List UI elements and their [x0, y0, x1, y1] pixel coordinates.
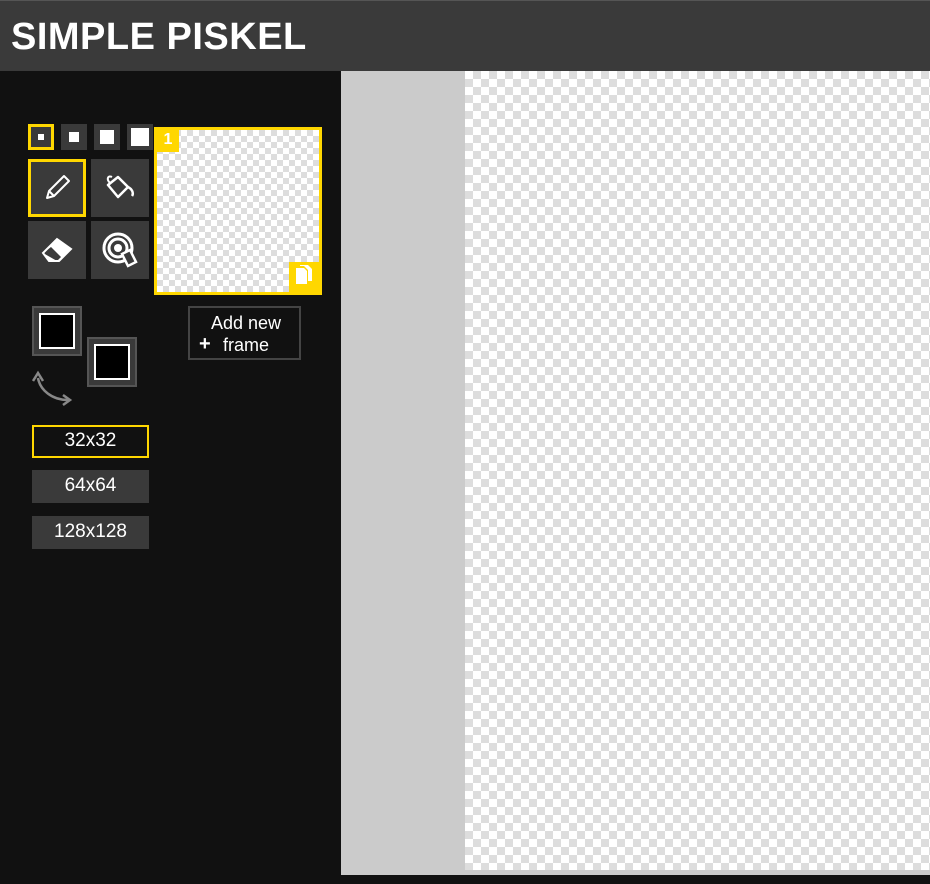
- pen-size-2-button[interactable]: [61, 124, 87, 150]
- pen-size-1-button[interactable]: [28, 124, 54, 150]
- eraser-icon: [39, 235, 75, 265]
- eraser-tool-button[interactable]: [28, 221, 86, 279]
- secondary-color-swatch[interactable]: [87, 337, 137, 387]
- duplicate-icon: [294, 264, 314, 291]
- resolution-128-button[interactable]: 128x128: [32, 516, 149, 549]
- add-new-frame-button[interactable]: Add new + frame: [188, 306, 301, 360]
- duplicate-frame-button[interactable]: [289, 262, 319, 292]
- color-picker-icon: [100, 230, 140, 270]
- pencil-tool-button[interactable]: [28, 159, 86, 217]
- bottom-strip: [341, 875, 930, 884]
- primary-color-swatch[interactable]: [32, 306, 82, 356]
- pen-size-3-button[interactable]: [94, 124, 120, 150]
- add-frame-label-line2: frame: [223, 335, 270, 355]
- paint-bucket-icon: [102, 171, 138, 205]
- frame-preview[interactable]: 1: [154, 127, 322, 295]
- paint-bucket-tool-button[interactable]: [91, 159, 149, 217]
- primary-color-fill: [39, 313, 75, 349]
- swap-arrows-icon: [31, 370, 74, 412]
- secondary-color-fill: [94, 344, 130, 380]
- canvas-container: [341, 71, 930, 875]
- swap-colors-button[interactable]: [31, 366, 74, 413]
- pencil-icon: [40, 171, 74, 205]
- plus-icon: +: [199, 333, 211, 355]
- color-picker-tool-button[interactable]: [91, 221, 149, 279]
- app-title: SIMPLE PISKEL: [11, 16, 307, 58]
- app-header: SIMPLE PISKEL: [0, 0, 930, 71]
- frame-number: 1: [157, 130, 179, 152]
- drawing-canvas[interactable]: [465, 71, 930, 870]
- resolution-64-button[interactable]: 64x64: [32, 470, 149, 503]
- pen-size-4-button[interactable]: [127, 124, 153, 150]
- add-frame-label-line1: Add new: [211, 313, 282, 333]
- resolution-32-button[interactable]: 32x32: [32, 425, 149, 458]
